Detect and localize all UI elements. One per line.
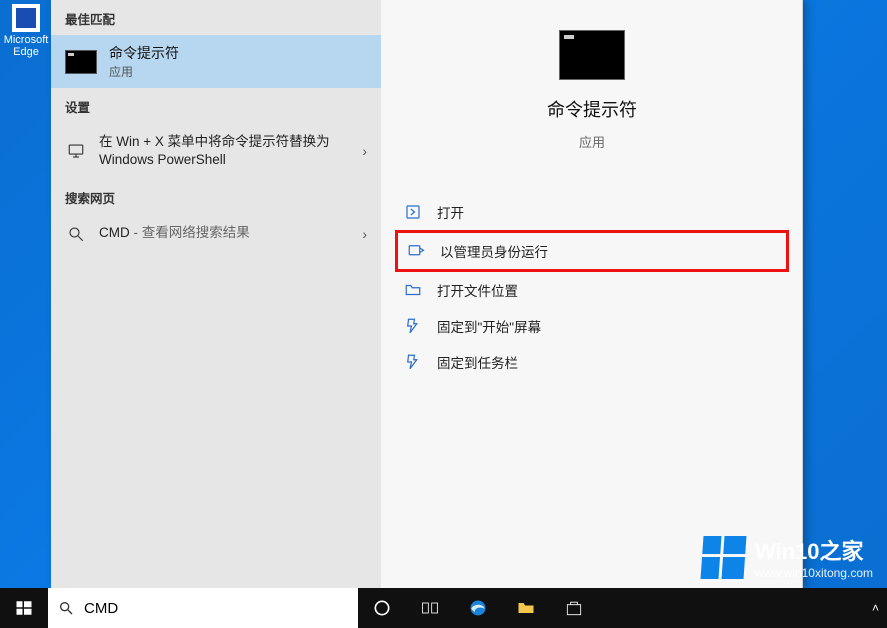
monitor-icon: [65, 142, 87, 160]
web-result-prefix: CMD: [99, 225, 130, 240]
detail-hero: 命令提示符 应用: [381, 30, 803, 176]
desktop-icon-edge[interactable]: Microsoft Edge: [2, 4, 50, 58]
folder-icon: [403, 281, 423, 299]
action-label: 打开文件位置: [437, 280, 518, 300]
section-best-match: 最佳匹配: [51, 0, 381, 35]
search-results-pane: 最佳匹配 命令提示符 应用 设置 在 Win + X 菜单中将命令提示符替换为 …: [51, 0, 381, 588]
pin-taskbar-icon: [403, 353, 423, 371]
taskbar-explorer[interactable]: [502, 588, 550, 628]
action-label: 固定到任务栏: [437, 352, 518, 372]
cmd-icon: [65, 50, 97, 74]
settings-result-label: 在 Win + X 菜单中将命令提示符替换为 Windows PowerShel…: [99, 133, 350, 169]
start-search-flyout: 最佳匹配 命令提示符 应用 设置 在 Win + X 菜单中将命令提示符替换为 …: [51, 0, 803, 588]
shield-run-icon: [406, 242, 426, 260]
detail-actions: 打开 以管理员身份运行 打开文件位置: [381, 176, 803, 380]
web-result-item[interactable]: CMD - 查看网络搜索结果 ›: [51, 214, 381, 252]
windows-logo-icon: [700, 536, 746, 579]
watermark: Win10之家 www.win10xitong.com: [702, 534, 873, 580]
web-result-label: CMD - 查看网络搜索结果: [99, 224, 350, 242]
open-icon: [403, 203, 423, 221]
best-match-subtitle: 应用: [109, 63, 179, 80]
detail-subtitle: 应用: [579, 132, 605, 151]
cmd-icon-large: [559, 30, 625, 80]
action-run-as-admin[interactable]: 以管理员身份运行: [395, 230, 789, 272]
action-label: 固定到"开始"屏幕: [437, 316, 541, 336]
best-match-item[interactable]: 命令提示符 应用: [51, 35, 381, 88]
pin-start-icon: [403, 317, 423, 335]
chevron-right-icon: ›: [362, 143, 367, 159]
search-icon: [58, 600, 74, 616]
taskbar-tray[interactable]: ˄: [872, 588, 887, 628]
action-label: 打开: [437, 202, 464, 222]
store-icon: [564, 598, 584, 618]
pane-divider: [802, 0, 803, 588]
search-detail-pane: 命令提示符 应用 打开 以管理员身份运行: [381, 0, 803, 588]
tray-overflow-icon[interactable]: ˄: [872, 601, 879, 615]
action-open[interactable]: 打开: [395, 194, 789, 230]
best-match-text: 命令提示符 应用: [109, 43, 179, 80]
taskbar-search[interactable]: [48, 588, 358, 628]
start-button[interactable]: [0, 588, 48, 628]
section-web: 搜索网页: [51, 179, 381, 214]
edge-icon: [468, 598, 488, 618]
taskbar-taskview[interactable]: [406, 588, 454, 628]
action-pin-to-taskbar[interactable]: 固定到任务栏: [395, 344, 789, 380]
taskbar: ˄: [0, 588, 887, 628]
edge-icon: [12, 4, 40, 32]
windows-icon: [15, 599, 33, 617]
watermark-url: www.win10xitong.com: [755, 566, 873, 580]
search-icon: [65, 225, 87, 243]
section-settings: 设置: [51, 88, 381, 123]
best-match-title: 命令提示符: [109, 43, 179, 63]
desktop-icon-label: Microsoft Edge: [2, 34, 50, 58]
folder-icon: [516, 598, 536, 618]
action-pin-to-start[interactable]: 固定到"开始"屏幕: [395, 308, 789, 344]
cortana-icon: [372, 598, 392, 618]
taskbar-cortana[interactable]: [358, 588, 406, 628]
taskview-icon: [420, 598, 440, 618]
action-open-file-location[interactable]: 打开文件位置: [395, 272, 789, 308]
settings-result-item[interactable]: 在 Win + X 菜单中将命令提示符替换为 Windows PowerShel…: [51, 123, 381, 179]
detail-title: 命令提示符: [547, 96, 637, 122]
action-label: 以管理员身份运行: [440, 241, 548, 261]
taskbar-edge[interactable]: [454, 588, 502, 628]
chevron-right-icon: ›: [362, 226, 367, 242]
watermark-title: Win10之家: [755, 534, 873, 566]
web-result-suffix: - 查看网络搜索结果: [130, 225, 250, 240]
taskbar-pinned: [358, 588, 598, 628]
taskbar-store[interactable]: [550, 588, 598, 628]
search-input[interactable]: [84, 600, 348, 617]
desktop: Microsoft Edge 最佳匹配 命令提示符 应用 设置 在 Win + …: [0, 0, 887, 628]
